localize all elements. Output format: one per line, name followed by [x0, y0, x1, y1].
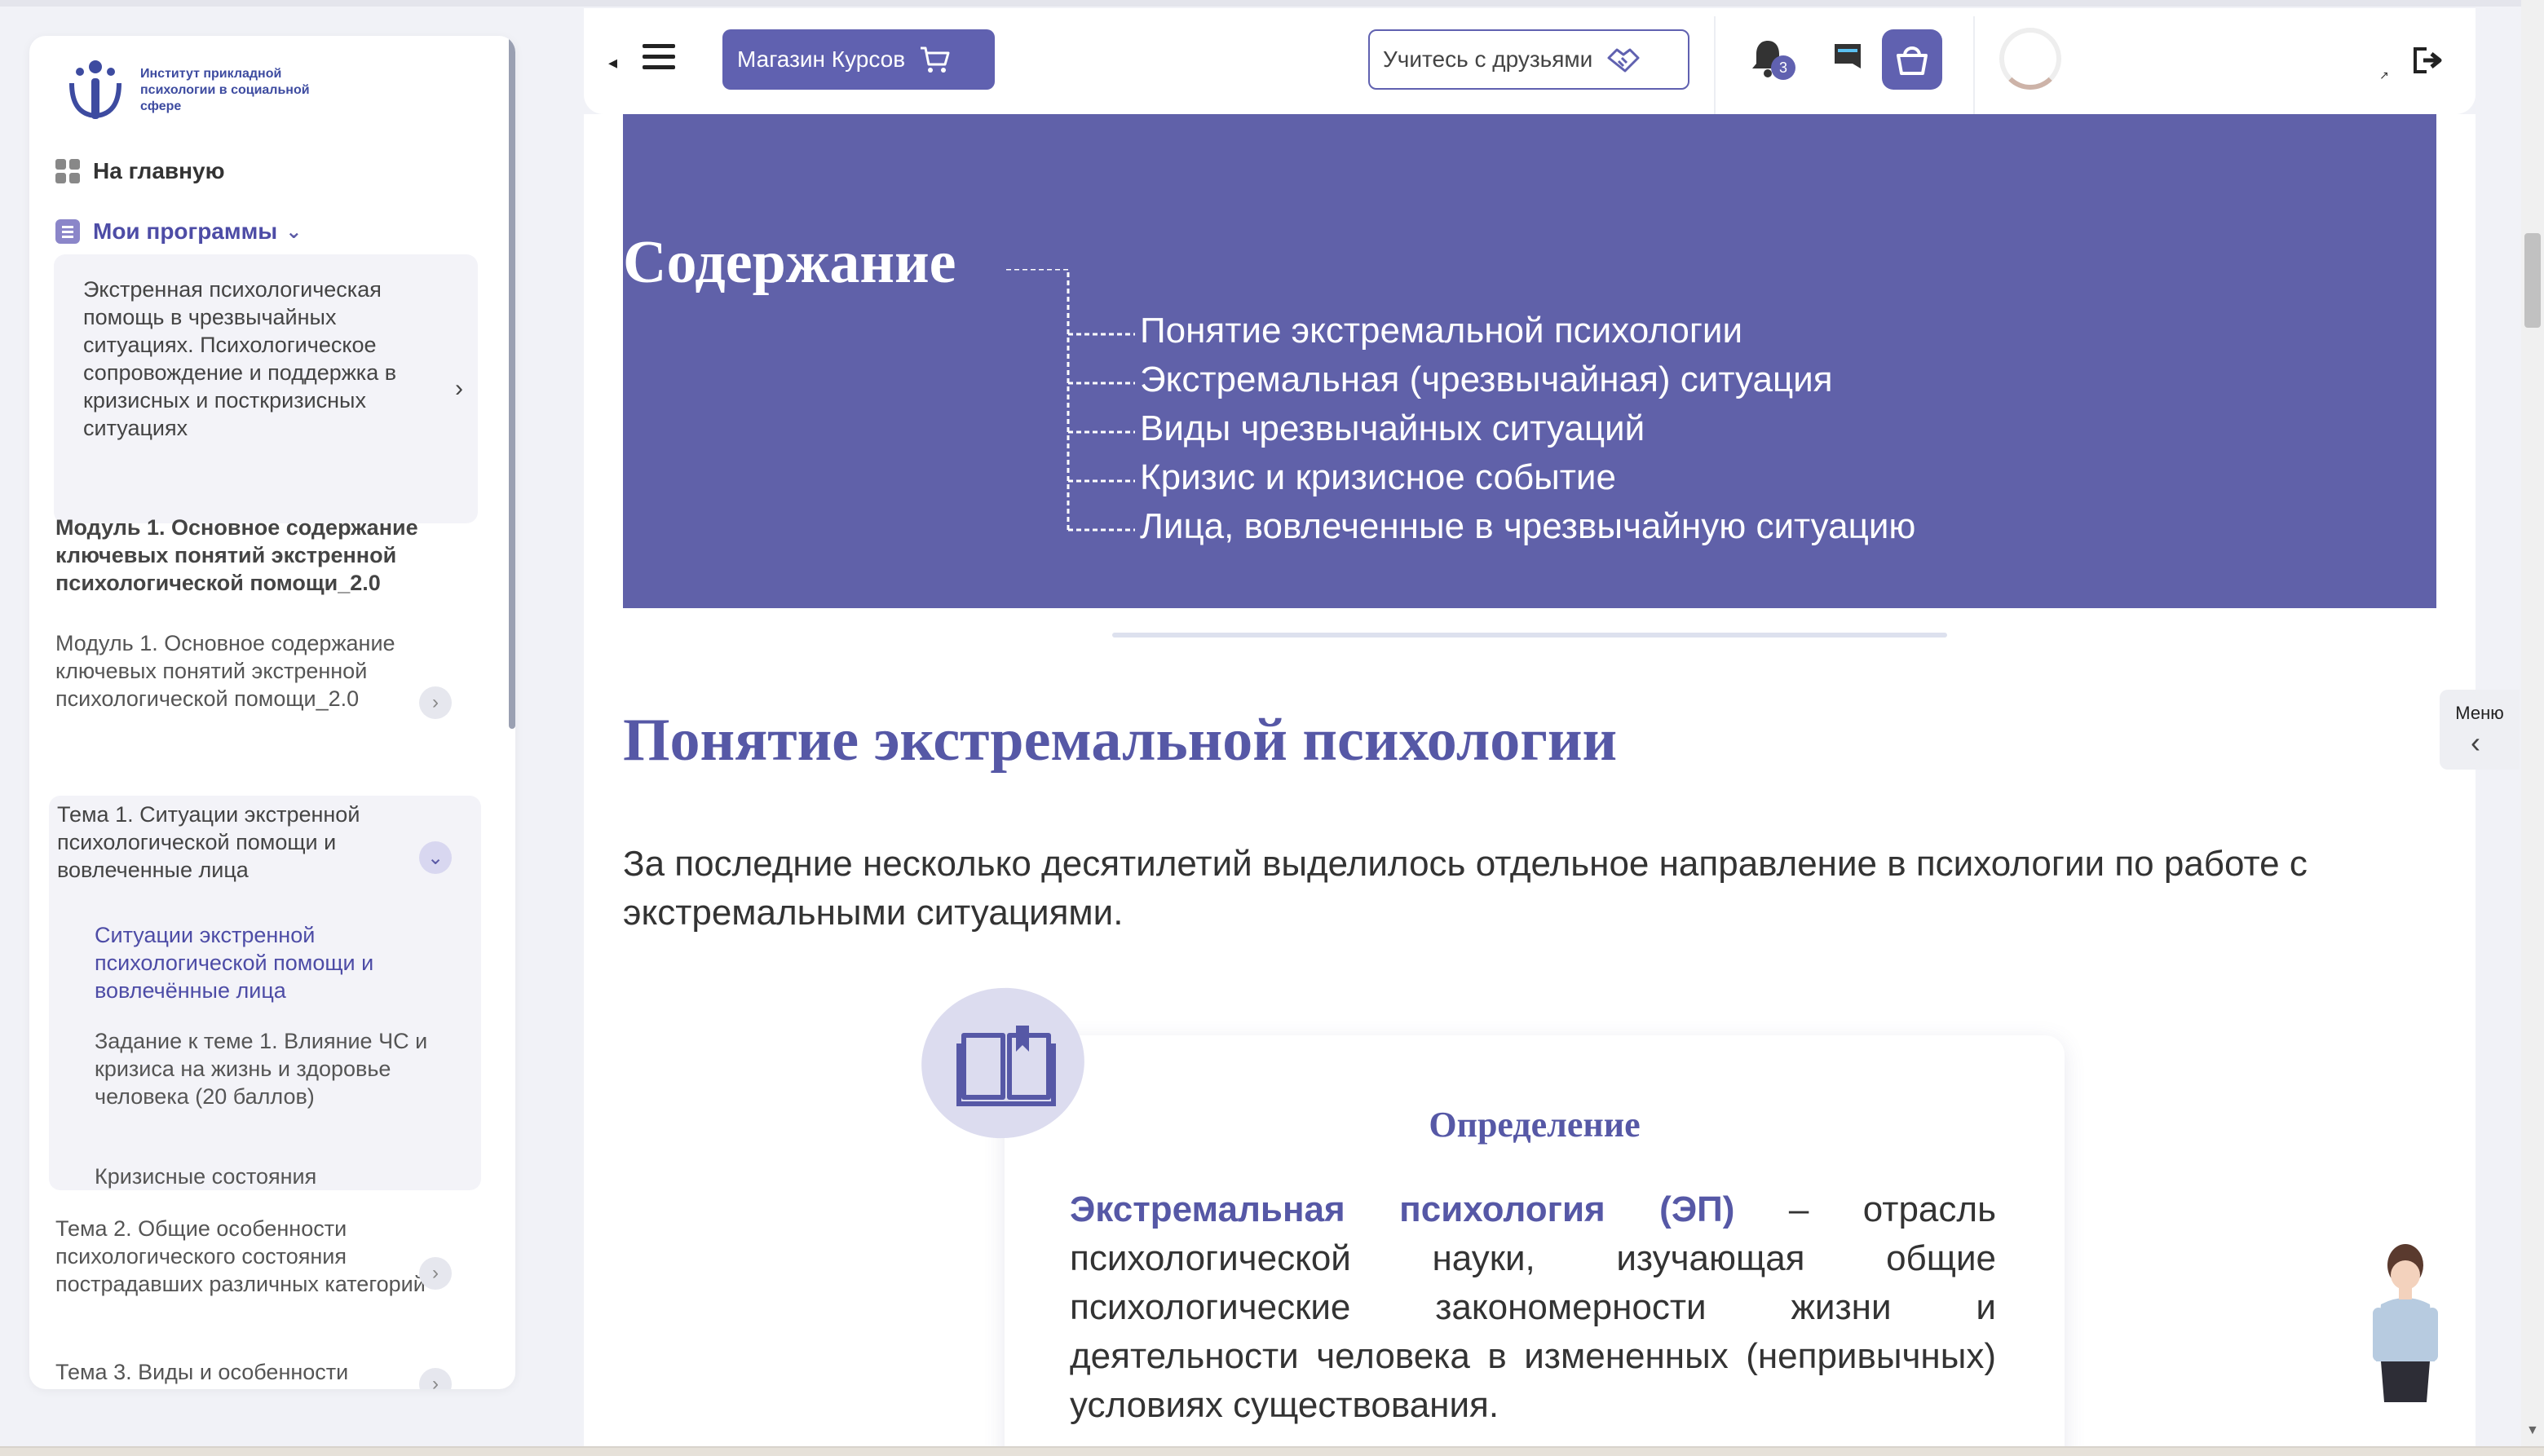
- lesson-content: Содержание Понятие экстремальной психоло…: [584, 114, 2476, 1446]
- logo-text: Институт прикладной психологии в социаль…: [140, 67, 310, 113]
- notification-badge: 3: [1771, 55, 1795, 80]
- handshake-icon: [1607, 48, 1640, 73]
- topic-2-title[interactable]: Тема 2. Общие особенности психологическо…: [55, 1215, 431, 1298]
- contents-item[interactable]: Лица, вовлеченные в чрезвычайную ситуаци…: [1140, 502, 1915, 551]
- topic-1-group: Тема 1. Ситуации экстренной психологичес…: [49, 796, 481, 1190]
- lesson-item[interactable]: Кризисные состояния: [95, 1163, 462, 1190]
- course-shop-label: Магазин Курсов: [737, 46, 906, 72]
- contents-list: Понятие экстремальной психологии Экстрем…: [1140, 307, 1915, 551]
- sidebar: Институт прикладной психологии в социаль…: [29, 36, 515, 1389]
- basket-button[interactable]: [1882, 29, 1942, 90]
- chevron-right-icon: ›: [455, 375, 463, 402]
- contents-item[interactable]: Экстремальная (чрезвычайная) ситуация: [1140, 355, 1915, 404]
- logout-icon[interactable]: [2412, 46, 2445, 75]
- contents-item[interactable]: Виды чрезвычайных ситуаций: [1140, 404, 1915, 453]
- nav-my-programs[interactable]: Мои программы ⌄: [55, 218, 302, 245]
- logo-icon: [69, 60, 121, 119]
- top-header: ◂ Магазин Курсов Учитесь с друзьями 3 ↗: [584, 8, 2476, 114]
- definition-text: Экстремальная психология (ЭП) – отрасль …: [1070, 1185, 1996, 1430]
- module-item[interactable]: Модуль 1. Основное содержание ключевых п…: [55, 629, 439, 713]
- definition-term: Экстремальная психология (ЭП): [1070, 1189, 1735, 1229]
- side-menu-toggle[interactable]: Меню ‹: [2440, 690, 2520, 770]
- topic-3-title[interactable]: Тема 3. Виды и особенности: [55, 1358, 431, 1386]
- side-menu-label: Меню: [2455, 703, 2504, 723]
- assistant-avatar-icon[interactable]: [2356, 1239, 2454, 1410]
- resize-icon: ↗: [2379, 68, 2389, 82]
- contents-branch-lines: [1068, 333, 1135, 532]
- chevron-down-icon: ⌄: [285, 220, 303, 243]
- learn-with-friends-label: Учитесь с друзьями: [1383, 46, 1593, 72]
- module-heading: Модуль 1. Основное содержание ключевых п…: [55, 515, 418, 595]
- contents-item[interactable]: Кризис и кризисное событие: [1140, 453, 1915, 502]
- sidebar-scroll-thumb[interactable]: [509, 36, 515, 729]
- page-scrollbar[interactable]: ▼: [2521, 0, 2544, 1446]
- course-item[interactable]: Экстренная психологическая помощь в чрез…: [54, 254, 478, 523]
- course-shop-button[interactable]: Магазин Курсов: [722, 29, 995, 90]
- user-avatar[interactable]: [1999, 28, 2061, 90]
- hamburger-menu-icon[interactable]: [643, 44, 675, 72]
- contents-banner: Содержание Понятие экстремальной психоло…: [623, 114, 2436, 608]
- definition-heading: Определение: [1429, 1105, 1641, 1145]
- header-divider: [1973, 16, 1975, 114]
- module-expand-button[interactable]: ›: [419, 686, 452, 719]
- intro-paragraph: За последние несколько десятилетий выдел…: [623, 844, 2308, 933]
- contents-item[interactable]: Понятие экстремальной психологии: [1140, 307, 1915, 355]
- topic-2-expand-button[interactable]: ›: [419, 1257, 452, 1290]
- page-scroll-thumb[interactable]: [2524, 233, 2541, 328]
- basket-icon: [1897, 46, 1928, 75]
- nav-home[interactable]: На главную: [55, 158, 225, 184]
- learn-with-friends-button[interactable]: Учитесь с друзьями: [1368, 29, 1689, 90]
- institute-logo[interactable]: Институт прикладной психологии в социаль…: [60, 55, 336, 126]
- lesson-item-active[interactable]: Ситуации экстренной психологической помо…: [95, 921, 462, 1004]
- contents-connector-lines: [1006, 269, 1071, 530]
- topic-1-title[interactable]: Тема 1. Ситуации экстренной психологичес…: [57, 801, 416, 884]
- dashboard-icon: [55, 159, 80, 183]
- section-title: Понятие экстремальной психологии: [623, 707, 1618, 774]
- cart-icon: [921, 46, 950, 73]
- list-icon: [55, 219, 80, 244]
- contents-title: Содержание: [623, 229, 956, 296]
- section-divider: [1112, 633, 1947, 638]
- scroll-down-arrow-icon[interactable]: ▼: [2526, 1423, 2539, 1438]
- chevron-left-icon: ‹: [2471, 726, 2480, 759]
- topic-1-collapse-button[interactable]: ⌄: [419, 841, 452, 874]
- message-icon[interactable]: [1831, 41, 1864, 77]
- sidebar-scrollbar[interactable]: [509, 36, 515, 1389]
- nav-programs-label: Мои программы: [93, 218, 278, 244]
- lesson-item[interactable]: Задание к теме 1. Влияние ЧС и кризиса н…: [95, 1027, 462, 1110]
- course-title: Экстренная психологическая помощь в чрез…: [83, 277, 397, 440]
- collapse-sidebar-icon[interactable]: ◂: [608, 52, 617, 73]
- nav-home-label: На главную: [93, 158, 225, 183]
- browser-bottom-edge: [0, 1446, 2544, 1456]
- book-icon: [956, 1026, 1056, 1106]
- header-divider: [1714, 16, 1716, 114]
- browser-top-edge: [0, 0, 2544, 7]
- topic-3-expand-button[interactable]: ›: [419, 1368, 452, 1389]
